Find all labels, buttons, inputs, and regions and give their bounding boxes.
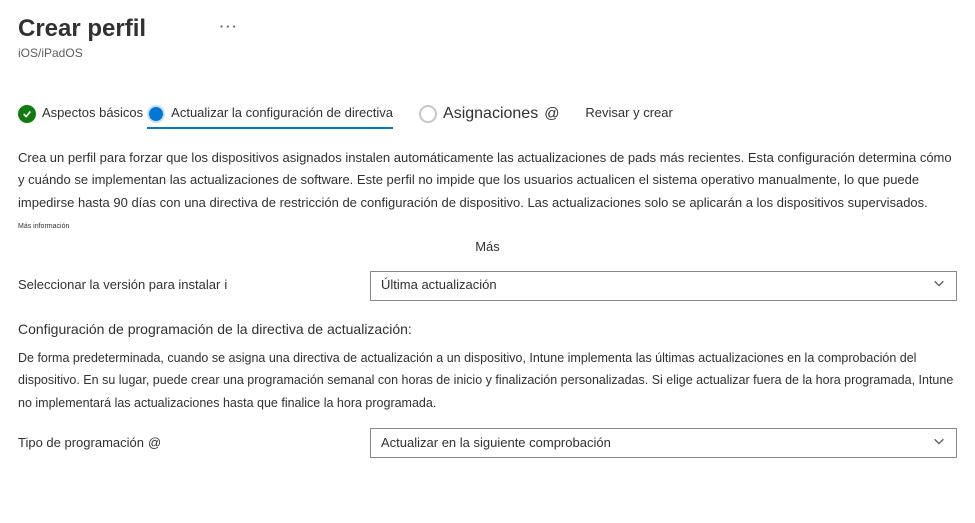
schedule-description: De forma predeterminada, cuando se asign… — [18, 347, 957, 415]
schedule-type-row: Tipo de programación @ Actualizar en la … — [18, 428, 957, 458]
active-step-icon — [147, 105, 165, 123]
step-label: Asignaciones — [443, 102, 538, 125]
step-label: Aspectos básicos — [42, 104, 143, 123]
version-label-text: Seleccionar la versión para instalar — [18, 276, 220, 295]
wizard-stepper: Aspectos básicos Actualizar la configura… — [18, 102, 957, 125]
info-glyph: @ — [148, 434, 161, 453]
active-underline — [147, 127, 393, 129]
page-subtitle: iOS/iPadOS — [18, 45, 957, 62]
step-label: Actualizar la configuración de directiva — [171, 104, 393, 123]
version-selected-value: Última actualización — [381, 276, 497, 295]
version-label: Seleccionar la versión para instalar i — [18, 276, 370, 295]
step-basics[interactable]: Aspectos básicos — [18, 104, 143, 123]
chevron-down-icon — [932, 434, 946, 454]
more-toggle[interactable]: Más — [18, 238, 957, 257]
version-select[interactable]: Última actualización — [370, 271, 957, 301]
info-icon[interactable]: i — [224, 276, 227, 295]
more-info-link[interactable]: Más información — [18, 222, 957, 232]
chevron-down-icon — [932, 276, 946, 296]
page-header: Crear perfil ··· iOS/iPadOS — [18, 12, 957, 62]
ring-icon — [419, 105, 437, 123]
step-review-create[interactable]: Revisar y crear — [585, 104, 672, 123]
schedule-type-select[interactable]: Actualizar en la siguiente comprobación — [370, 428, 957, 458]
page-title: Crear perfil — [18, 12, 146, 47]
schedule-type-label-text: Tipo de programación — [18, 434, 144, 453]
step-update-policy[interactable]: Actualizar la configuración de directiva — [147, 104, 393, 123]
policy-description: Crea un perfil para forzar que los dispo… — [18, 147, 957, 213]
step-assignments[interactable]: Asignaciones @ — [419, 102, 559, 125]
version-row: Seleccionar la versión para instalar i Ú… — [18, 271, 957, 301]
check-icon — [18, 105, 36, 123]
schedule-heading: Configuración de programación de la dire… — [18, 319, 957, 339]
step-label: Revisar y crear — [585, 104, 672, 123]
schedule-type-label: Tipo de programación @ — [18, 434, 370, 453]
schedule-type-selected-value: Actualizar en la siguiente comprobación — [381, 434, 611, 453]
info-glyph: @ — [544, 103, 559, 125]
more-icon[interactable]: ··· — [220, 12, 239, 37]
